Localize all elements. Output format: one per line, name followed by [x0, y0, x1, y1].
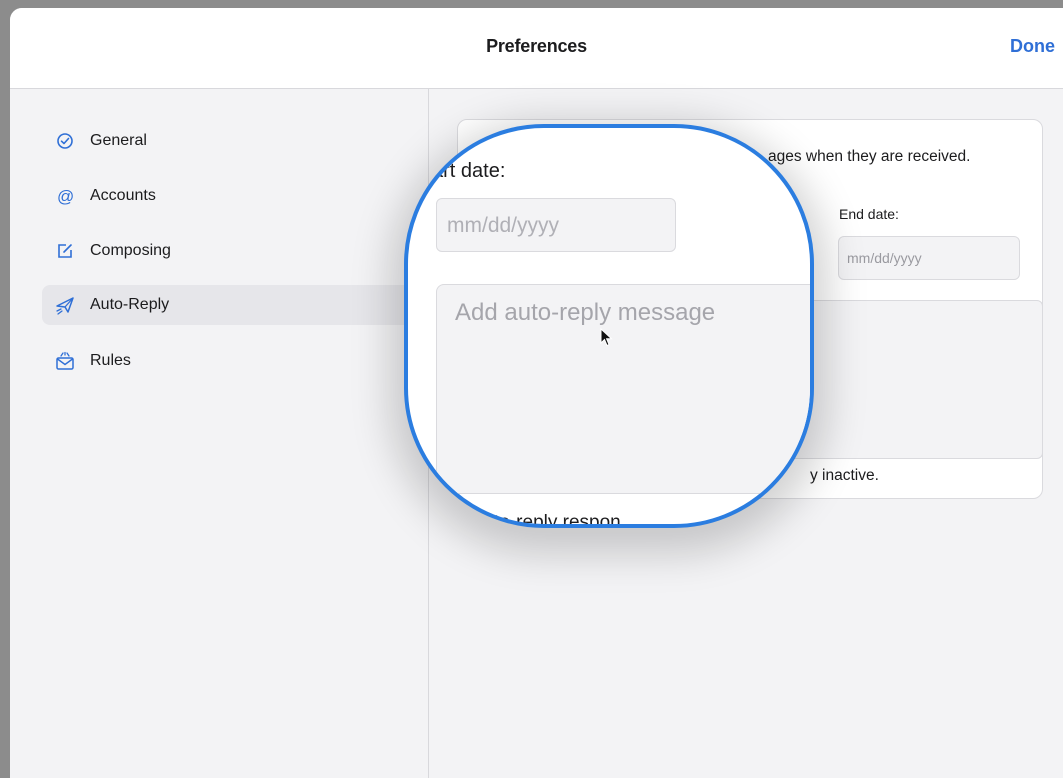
paper-plane-icon — [54, 294, 76, 316]
magnifier-overlay: art date: mm/dd/yyyy Add auto-reply mess… — [404, 124, 814, 528]
start-date-label: art date: — [432, 160, 506, 182]
mouse-pointer-icon — [600, 328, 613, 347]
compose-icon — [54, 240, 76, 262]
start-date-field[interactable]: mm/dd/yyyy — [436, 198, 676, 252]
sidebar-item-composing[interactable]: Composing — [42, 231, 422, 271]
sidebar-item-general[interactable]: General — [42, 121, 422, 161]
title-bar: Preferences Done — [10, 8, 1063, 89]
checkmark-circle-icon — [54, 130, 76, 152]
end-date-field[interactable]: mm/dd/yyyy — [838, 236, 1020, 280]
sidebar-item-label: Auto-Reply — [90, 296, 170, 313]
sidebar-item-label: Rules — [90, 352, 131, 369]
sidebar-item-auto-reply[interactable]: Auto-Reply — [42, 285, 422, 325]
sidebar-item-label: Composing — [90, 242, 171, 259]
sidebar-item-label: General — [90, 132, 147, 149]
envelope-rules-icon — [54, 350, 76, 372]
sidebar-item-accounts[interactable]: @ Accounts — [42, 176, 422, 216]
window-title: Preferences — [486, 36, 587, 56]
svg-text:@: @ — [57, 187, 74, 205]
inactive-note: y inactive. — [810, 467, 879, 484]
at-sign-icon: @ — [54, 185, 76, 207]
sidebar: General @ Accounts Composing Auto-Reply … — [10, 89, 429, 778]
auto-reply-description: ages when they are received. — [768, 148, 971, 165]
end-date-label: End date: — [839, 206, 899, 222]
done-button[interactable]: Done — [1010, 36, 1055, 57]
sidebar-item-rules[interactable]: Rules — [42, 341, 422, 381]
sidebar-item-label: Accounts — [90, 187, 156, 204]
auto-reply-message-input[interactable]: Add auto-reply message — [436, 284, 810, 494]
